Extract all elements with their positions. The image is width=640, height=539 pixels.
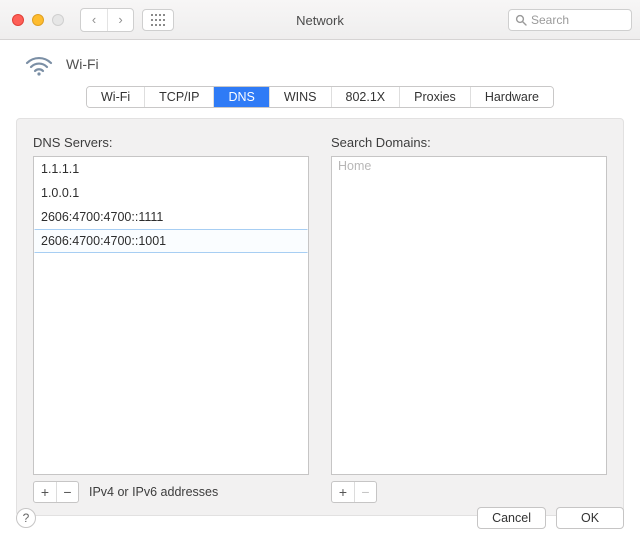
search-domains-add-button[interactable]: +	[332, 482, 354, 502]
cancel-button[interactable]: Cancel	[477, 507, 546, 529]
tab-wi-fi[interactable]: Wi-Fi	[87, 87, 145, 107]
close-window-button[interactable]	[12, 14, 24, 26]
back-button[interactable]: ‹	[81, 9, 107, 31]
search-placeholder: Search	[531, 13, 569, 27]
tab-proxies[interactable]: Proxies	[400, 87, 471, 107]
show-all-button[interactable]	[142, 9, 174, 31]
dns-hint: IPv4 or IPv6 addresses	[89, 485, 218, 499]
service-name: Wi-Fi	[66, 56, 99, 72]
search-domains-column: Search Domains: Home + −	[331, 135, 607, 503]
tab-tcp-ip[interactable]: TCP/IP	[145, 87, 214, 107]
footer: ? Cancel OK	[16, 507, 624, 529]
dns-panel: DNS Servers: 1.1.1.11.0.0.12606:4700:470…	[16, 118, 624, 516]
zoom-window-button	[52, 14, 64, 26]
forward-button[interactable]: ›	[107, 9, 133, 31]
ok-button[interactable]: OK	[556, 507, 624, 529]
help-button[interactable]: ?	[16, 508, 36, 528]
minus-icon: −	[361, 484, 369, 500]
tab-hardware[interactable]: Hardware	[471, 87, 553, 107]
chevron-left-icon: ‹	[92, 12, 96, 27]
window-controls	[8, 14, 64, 26]
dns-servers-label: DNS Servers:	[33, 135, 309, 150]
wifi-icon	[24, 52, 54, 76]
tabbar: Wi-FiTCP/IPDNSWINS802.1XProxiesHardware	[16, 86, 624, 108]
dns-servers-column: DNS Servers: 1.1.1.11.0.0.12606:4700:470…	[33, 135, 309, 503]
search-domains-label: Search Domains:	[331, 135, 607, 150]
tabs: Wi-FiTCP/IPDNSWINS802.1XProxiesHardware	[86, 86, 554, 108]
dns-server-row[interactable]: 2606:4700:4700::1111	[34, 205, 308, 229]
grid-icon	[151, 14, 165, 26]
tab-802-1x[interactable]: 802.1X	[332, 87, 401, 107]
search-icon	[515, 14, 527, 26]
dns-remove-button[interactable]: −	[56, 482, 78, 502]
tab-dns[interactable]: DNS	[214, 87, 269, 107]
dns-add-button[interactable]: +	[34, 482, 56, 502]
dns-add-remove-group: + −	[33, 481, 79, 503]
service-header: Wi-Fi	[16, 52, 624, 82]
preferences-window: ‹ › Network Search	[0, 0, 640, 539]
search-input[interactable]: Search	[508, 9, 632, 31]
minimize-window-button[interactable]	[32, 14, 44, 26]
dns-servers-list[interactable]: 1.1.1.11.0.0.12606:4700:4700::11112606:4…	[33, 156, 309, 475]
minus-icon: −	[63, 484, 71, 500]
tab-wins[interactable]: WINS	[270, 87, 332, 107]
nav-back-forward-group: ‹ ›	[80, 8, 134, 32]
chevron-right-icon: ›	[118, 12, 122, 27]
titlebar: ‹ › Network Search	[0, 0, 640, 40]
search-domains-add-remove-group: + −	[331, 481, 377, 503]
dns-server-row[interactable]: 2606:4700:4700::1001	[34, 229, 308, 253]
search-domains-list[interactable]: Home	[331, 156, 607, 475]
main-pane: Wi-Fi Wi-FiTCP/IPDNSWINS802.1XProxiesHar…	[0, 40, 640, 539]
search-domains-remove-button: −	[354, 482, 376, 502]
search-domains-placeholder: Home	[332, 157, 606, 175]
plus-icon: +	[339, 484, 347, 500]
plus-icon: +	[41, 484, 49, 500]
dns-server-row[interactable]: 1.1.1.1	[34, 157, 308, 181]
dns-server-row[interactable]: 1.0.0.1	[34, 181, 308, 205]
